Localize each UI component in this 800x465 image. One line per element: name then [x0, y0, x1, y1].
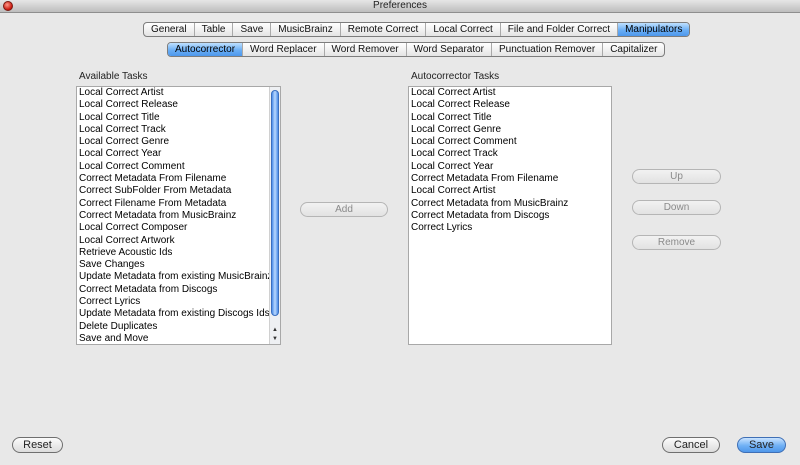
- close-icon[interactable]: [3, 1, 13, 11]
- list-item[interactable]: Save and Move: [78, 333, 280, 344]
- list-item[interactable]: Local Correct Comment: [78, 161, 280, 173]
- list-item[interactable]: Correct Filename From Metadata: [78, 198, 280, 210]
- tab-remote-correct[interactable]: Remote Correct: [339, 23, 426, 36]
- list-item[interactable]: Correct Lyrics: [78, 296, 280, 308]
- list-item[interactable]: Local Correct Genre: [410, 124, 568, 136]
- tab-manipulators[interactable]: Manipulators: [617, 23, 690, 36]
- list-item[interactable]: Local Correct Year: [78, 148, 280, 160]
- list-item[interactable]: Correct Metadata from MusicBrainz: [78, 210, 280, 222]
- available-tasks-list[interactable]: Local Correct Artist Local Correct Releas…: [76, 86, 281, 345]
- list-item[interactable]: Delete Duplicates: [78, 321, 280, 333]
- cancel-button[interactable]: Cancel: [662, 437, 720, 453]
- reset-button[interactable]: Reset: [12, 437, 63, 453]
- arrow-down-icon[interactable]: ▼: [270, 335, 280, 344]
- list-item[interactable]: Correct Lyrics: [410, 222, 568, 234]
- list-item[interactable]: Local Correct Composer: [78, 222, 280, 234]
- available-tasks-scrollbar[interactable]: ▲ ▼: [269, 87, 280, 344]
- tab-file-folder-correct[interactable]: File and Folder Correct: [499, 23, 617, 36]
- list-item[interactable]: Correct Metadata from Discogs: [78, 284, 280, 296]
- tab-word-replacer[interactable]: Word Replacer: [242, 43, 324, 56]
- list-item[interactable]: Local Correct Genre: [78, 136, 280, 148]
- main-tab-bar: General Table Save MusicBrainz Remote Co…: [143, 22, 691, 37]
- tab-word-separator[interactable]: Word Separator: [405, 43, 491, 56]
- list-item[interactable]: Save Changes: [78, 259, 280, 271]
- available-tasks-label: Available Tasks: [79, 71, 148, 82]
- add-button[interactable]: Add: [300, 202, 388, 217]
- list-item[interactable]: Retrieve Acoustic Ids: [78, 247, 280, 259]
- window-title: Preferences: [373, 0, 427, 11]
- list-item[interactable]: Correct Metadata from Discogs: [410, 210, 568, 222]
- list-item[interactable]: Local Correct Release: [410, 99, 568, 111]
- tab-musicbrainz[interactable]: MusicBrainz: [270, 23, 339, 36]
- list-item[interactable]: Correct Metadata from MusicBrainz: [410, 198, 568, 210]
- down-button[interactable]: Down: [632, 200, 721, 215]
- preferences-content: General Table Save MusicBrainz Remote Co…: [0, 13, 800, 465]
- list-item[interactable]: Update Metadata from existing MusicBrain…: [78, 271, 280, 283]
- tab-general[interactable]: General: [144, 23, 194, 36]
- tab-table[interactable]: Table: [193, 23, 233, 36]
- list-item[interactable]: Correct SubFolder From Metadata: [78, 185, 280, 197]
- save-button[interactable]: Save: [737, 437, 786, 453]
- available-tasks-items: Local Correct Artist Local Correct Releas…: [78, 87, 280, 344]
- list-item[interactable]: Local Correct Title: [410, 112, 568, 124]
- tab-local-correct[interactable]: Local Correct: [425, 23, 499, 36]
- list-item[interactable]: Local Correct Artist: [78, 87, 280, 99]
- list-item[interactable]: Local Correct Release: [78, 99, 280, 111]
- autocorrector-tasks-items: Local Correct Artist Local Correct Releas…: [410, 87, 568, 235]
- list-item[interactable]: Correct Metadata From Filename: [78, 173, 280, 185]
- autocorrector-tasks-label: Autocorrector Tasks: [411, 71, 500, 82]
- list-item[interactable]: Local Correct Title: [78, 112, 280, 124]
- list-item[interactable]: Local Correct Track: [410, 148, 568, 160]
- list-item[interactable]: Local Correct Artwork: [78, 235, 280, 247]
- tab-autocorrector[interactable]: Autocorrector: [168, 43, 243, 56]
- list-item[interactable]: Local Correct Artist: [410, 185, 568, 197]
- list-item[interactable]: Local Correct Track: [78, 124, 280, 136]
- title-bar: Preferences: [0, 0, 800, 13]
- arrow-up-icon[interactable]: ▲: [270, 326, 280, 335]
- list-item[interactable]: Local Correct Year: [410, 161, 568, 173]
- list-item[interactable]: Local Correct Artist: [410, 87, 568, 99]
- tab-word-remover[interactable]: Word Remover: [323, 43, 406, 56]
- sub-tab-bar: Autocorrector Word Replacer Word Remover…: [167, 42, 666, 57]
- autocorrector-tasks-list[interactable]: Local Correct Artist Local Correct Releas…: [408, 86, 612, 345]
- list-item[interactable]: Update Metadata from existing Discogs Id…: [78, 308, 280, 320]
- list-item[interactable]: Correct Metadata From Filename: [410, 173, 568, 185]
- tab-save[interactable]: Save: [232, 23, 270, 36]
- list-item[interactable]: Local Correct Comment: [410, 136, 568, 148]
- tab-punctuation-remover[interactable]: Punctuation Remover: [491, 43, 602, 56]
- up-button[interactable]: Up: [632, 169, 721, 184]
- tab-capitalizer[interactable]: Capitalizer: [602, 43, 664, 56]
- remove-button[interactable]: Remove: [632, 235, 721, 250]
- scroll-thumb[interactable]: [271, 90, 279, 316]
